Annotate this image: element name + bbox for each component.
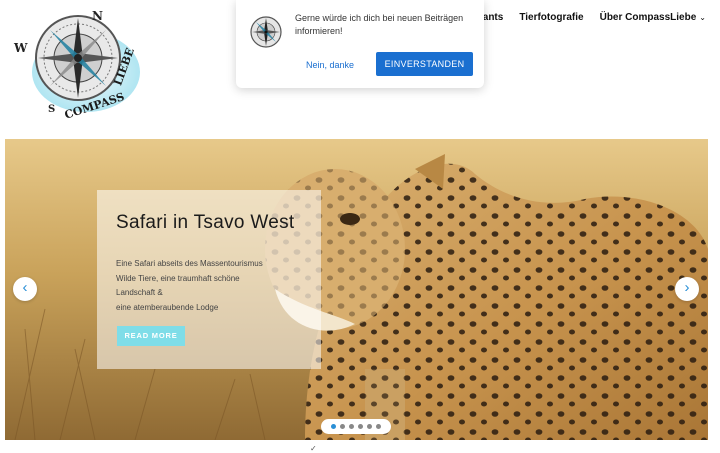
slide-caption: Safari in Tsavo West Eine Safari abseits… — [97, 190, 321, 369]
slide-dot[interactable] — [331, 424, 336, 429]
notification-popup: Gerne würde ich dich bei neuen Beiträgen… — [236, 0, 484, 88]
slide-dot[interactable] — [358, 424, 363, 429]
scroll-indicator-icon: ✓ — [310, 444, 317, 453]
slide-title: Safari in Tsavo West — [116, 212, 295, 233]
chevron-left-icon: ‹ — [22, 279, 28, 296]
previous-slide-button[interactable]: ‹ — [13, 277, 37, 301]
accept-button[interactable]: EINVERSTANDEN — [376, 52, 473, 76]
slide-dot[interactable] — [376, 424, 381, 429]
slide-dot[interactable] — [367, 424, 372, 429]
compass-logo-icon — [250, 16, 282, 48]
popup-message: Gerne würde ich dich bei neuen Beiträgen… — [295, 13, 464, 36]
svg-text:S: S — [48, 104, 55, 115]
slide-pagination — [321, 419, 391, 434]
compass-liebe-logo[interactable]: N W S COMPASS LIEBE — [12, 6, 144, 118]
svg-text:W: W — [13, 41, 28, 55]
hero-slider: Safari in Tsavo West Eine Safari abseits… — [5, 139, 708, 440]
svg-text:N: N — [92, 9, 103, 23]
slide-line: Eine Safari abseits des Massentourismus — [116, 259, 263, 268]
slide-dot[interactable] — [349, 424, 354, 429]
decline-button[interactable]: Nein, danke — [298, 54, 362, 76]
slide-description: Eine Safari abseits des Massentourismus … — [116, 257, 263, 315]
read-more-button[interactable]: READ MORE — [117, 326, 185, 346]
chevron-down-icon: ⌄ — [699, 13, 706, 22]
slide-line: Landschaft & — [116, 288, 163, 297]
nav-item-ueber-compassliebe[interactable]: Über CompassLiebe ⌄ — [600, 12, 706, 23]
nav-item-label: Über CompassLiebe — [599, 12, 697, 23]
slide-dot[interactable] — [340, 424, 345, 429]
nav-item-tierfotografie[interactable]: Tierfotografie — [519, 12, 583, 23]
slide-line: Wilde Tiere, eine traumhaft schöne — [116, 273, 240, 283]
next-slide-button[interactable]: › — [675, 277, 699, 301]
slide-line: eine atemberaubende Lodge — [116, 302, 219, 312]
main-navigation: taurants Tierfotografie Über CompassLieb… — [464, 12, 706, 23]
chevron-right-icon: › — [684, 279, 690, 296]
